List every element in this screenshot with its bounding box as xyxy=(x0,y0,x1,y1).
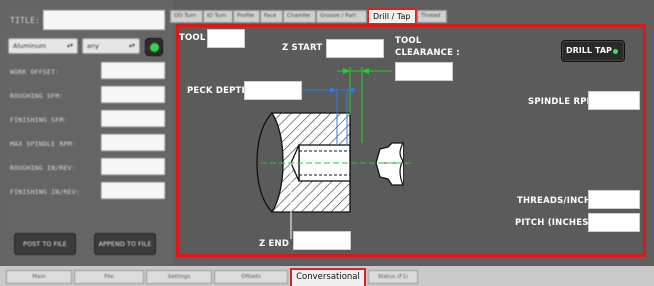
tool-clearance-label-2: CLEARANCE : xyxy=(395,48,460,58)
work-offset-label: WORK OFFSET: xyxy=(10,68,60,76)
tab-thread[interactable]: Thread xyxy=(417,10,447,23)
threads-per-inch-label: THREADS/INCH : xyxy=(517,196,598,206)
unit-select-value: any xyxy=(87,42,99,50)
status-indicator-button[interactable] xyxy=(145,38,163,56)
material-select-value: Aluminum xyxy=(13,42,47,50)
drill-tool-shape xyxy=(375,142,404,186)
finishing-sfm-input[interactable] xyxy=(101,110,165,127)
toggle-indicator-icon xyxy=(613,49,618,54)
toggle-drill-label: DRILL xyxy=(566,46,592,55)
tab-conversational[interactable]: Conversational xyxy=(290,268,366,286)
tool-clearance-label-1: TOOL xyxy=(395,36,422,46)
unit-select[interactable]: any ▴▾ xyxy=(82,38,140,54)
z-end-label: Z END : xyxy=(259,239,296,249)
z-start-input[interactable] xyxy=(326,39,384,58)
spindle-rpm-input[interactable] xyxy=(588,91,640,110)
material-select[interactable]: Aluminum ▴▾ xyxy=(8,38,78,54)
z-start-label: Z START : xyxy=(282,43,330,53)
finishing-feed-label: FINISHING IN/REV: xyxy=(10,188,80,196)
main-tab-bar: Main File Settings Offsets Conversationa… xyxy=(0,266,654,286)
title-input[interactable] xyxy=(43,10,165,30)
roughing-feed-label: ROUGHING IN/REV: xyxy=(10,164,76,172)
post-to-file-button[interactable]: POST TO FILE xyxy=(14,233,76,255)
tab-face[interactable]: Face xyxy=(260,10,283,23)
tab-settings[interactable]: Settings xyxy=(146,270,212,284)
tab-groove-part[interactable]: Groove / Part xyxy=(316,10,367,23)
roughing-feed-input[interactable] xyxy=(101,158,165,175)
drill-tap-panel: TOOL : Z START : TOOL CLEARANCE : DRILL … xyxy=(176,24,646,257)
pitch-label: PITCH (INCHES) : xyxy=(515,218,600,228)
tab-drill-tap[interactable]: Drill / Tap xyxy=(367,8,417,23)
tab-profile[interactable]: Profile xyxy=(233,10,260,23)
tab-chamfer[interactable]: Chamfer xyxy=(283,10,316,23)
work-offset-input[interactable] xyxy=(101,62,165,79)
tab-od-turn[interactable]: OD Turn xyxy=(170,10,203,23)
append-to-file-button[interactable]: APPEND TO FILE xyxy=(94,233,156,255)
peck-depth-input[interactable] xyxy=(244,81,302,100)
drill-tap-toggle[interactable]: DRILL TAP xyxy=(561,40,625,62)
max-spindle-rpm-label: MAX SPINDLE RPM: xyxy=(10,140,76,148)
threads-per-inch-input[interactable] xyxy=(588,190,640,209)
chevron-down-icon: ▴▾ xyxy=(128,42,135,49)
chevron-down-icon: ▴▾ xyxy=(66,42,73,49)
z-end-input[interactable] xyxy=(293,231,351,250)
tab-id-turn[interactable]: ID Turn xyxy=(203,10,233,23)
finishing-feed-input[interactable] xyxy=(101,182,165,199)
pitch-input[interactable] xyxy=(588,213,640,232)
operation-tabs: OD Turn ID Turn Profile Face Chamfer Gro… xyxy=(170,8,447,23)
finishing-sfm-label: FINISHING SFM: xyxy=(10,116,68,124)
left-settings-panel: TITLE: Aluminum ▴▾ any ▴▾ WORK OFFSET: R… xyxy=(0,0,174,266)
tool-input[interactable] xyxy=(207,29,245,48)
tool-clearance-input[interactable] xyxy=(395,62,453,81)
roughing-sfm-input[interactable] xyxy=(101,86,165,103)
tab-file[interactable]: File xyxy=(74,270,144,284)
roughing-sfm-label: ROUGHING SFM: xyxy=(10,92,64,100)
tab-offsets[interactable]: Offsets xyxy=(214,270,288,284)
toggle-tap-label: TAP xyxy=(595,46,612,55)
max-spindle-rpm-input[interactable] xyxy=(101,134,165,151)
tab-main[interactable]: Main xyxy=(6,270,72,284)
title-label: TITLE: xyxy=(10,16,41,25)
tab-status[interactable]: Status (F1) xyxy=(368,270,418,284)
